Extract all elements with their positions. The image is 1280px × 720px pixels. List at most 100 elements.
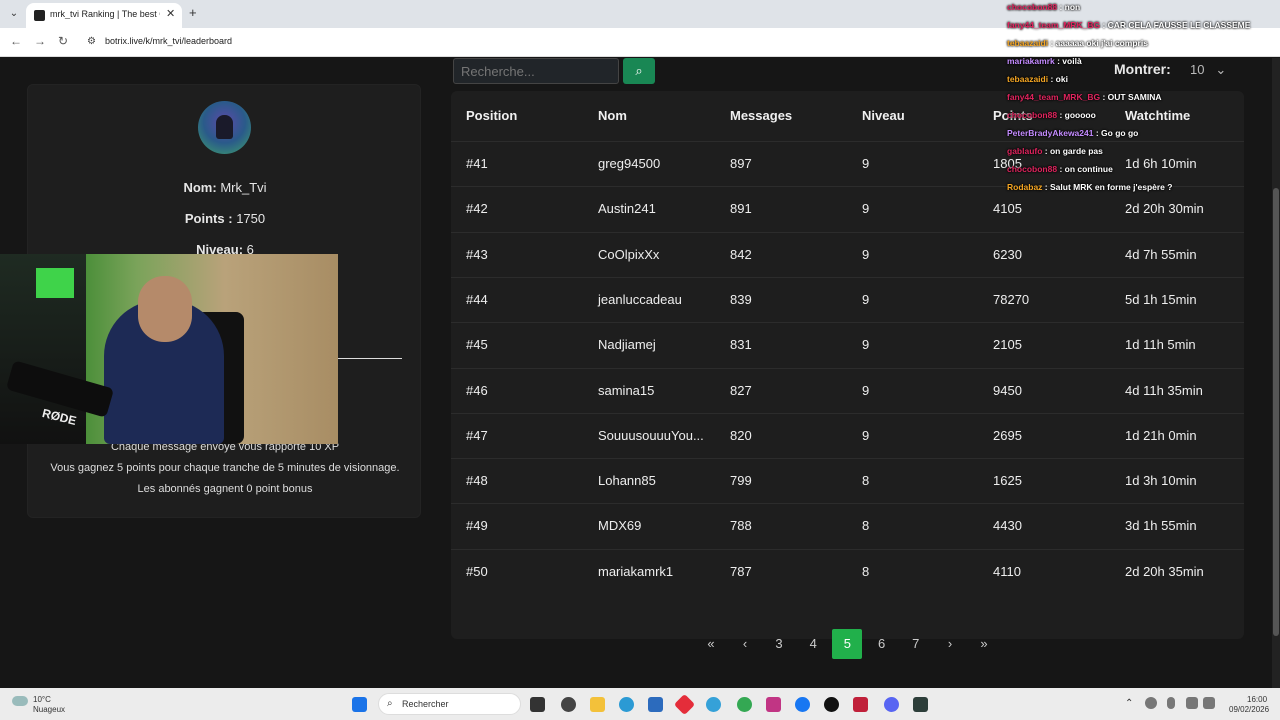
progress-rule — [338, 358, 402, 359]
cell-position: #47 — [466, 427, 488, 443]
clock-date[interactable]: 09/02/2026 — [1229, 705, 1269, 714]
cell-watchtime: 1d 11h 5min — [1125, 337, 1196, 353]
microphone-icon[interactable] — [1167, 697, 1175, 709]
app-shield-icon[interactable] — [853, 697, 868, 712]
wifi-icon[interactable] — [1186, 697, 1198, 709]
search-icon: ⌕ — [387, 698, 393, 709]
browser-tab[interactable]: mrk_tvi Ranking | The best Cha ✕ — [26, 3, 182, 28]
column-header-niveau[interactable]: Niveau — [862, 108, 905, 123]
site-favicon-icon — [34, 10, 45, 21]
cell-messages: 831 — [730, 337, 752, 353]
reload-icon[interactable]: ↻ — [58, 34, 68, 48]
cell-niveau: 9 — [862, 337, 870, 353]
chat-username: chocobon88 — [1007, 2, 1058, 12]
cell-nom: jeanluccadeau — [598, 291, 682, 307]
cell-nom: CoOlpixXx — [598, 246, 660, 262]
scroll-thumb[interactable] — [1273, 188, 1279, 636]
store-icon[interactable] — [648, 697, 663, 712]
cell-position: #41 — [466, 156, 488, 171]
clock-time[interactable]: 16:00 — [1247, 695, 1267, 704]
column-header-position[interactable]: Position — [466, 108, 517, 123]
terminal-icon[interactable] — [913, 697, 928, 712]
avatar — [198, 101, 251, 154]
chat-message: fany44_team_MRK_BG : CAR CELA FAUSSE LE … — [1007, 20, 1250, 30]
close-tab-icon[interactable]: ✕ — [166, 7, 175, 20]
cell-watchtime: 4d 11h 35min — [1125, 382, 1203, 398]
page-4-button[interactable]: 4 — [798, 629, 828, 659]
chat-text: : on garde pas — [1044, 146, 1103, 156]
cell-messages: 788 — [730, 518, 752, 534]
chat-text: : oki — [1050, 74, 1068, 84]
tray-chevron-icon[interactable]: ⌃ — [1125, 698, 1133, 709]
chat-text: : non — [1059, 2, 1081, 12]
page-6-button[interactable]: 6 — [867, 629, 897, 659]
search-input[interactable] — [453, 58, 619, 84]
column-header-nom[interactable]: Nom — [598, 108, 627, 123]
chat-username: chocobon88 — [1007, 164, 1058, 174]
site-info-icon[interactable]: ⚙ — [87, 36, 96, 47]
cell-messages: 799 — [730, 473, 752, 489]
page-7-button[interactable]: 7 — [901, 629, 931, 659]
info-line-points: Vous gagnez 5 points pour chaque tranche… — [50, 462, 400, 474]
search-icon: ⌕ — [635, 63, 643, 78]
cell-watchtime: 5d 1h 15min — [1125, 291, 1197, 307]
cell-points: 4105 — [993, 201, 1022, 217]
cell-messages: 827 — [730, 382, 752, 398]
table-row: #45 Nadjiamej 831 9 2105 1d 11h 5min — [451, 322, 1244, 367]
chat-message: Rodabaz : Salut MRK en forme j'espère ? — [1007, 182, 1172, 192]
prev-page-icon[interactable]: ‹ — [730, 629, 760, 659]
windows-taskbar: 10°C Nuageux ⌕ Rechercher ⌃ 16:00 09/02/… — [0, 688, 1280, 720]
tab-list-icon[interactable]: ⌄ — [6, 6, 22, 22]
chat-text: : Go go go — [1095, 128, 1139, 138]
cell-points: 6230 — [993, 246, 1022, 262]
app-diamond-icon[interactable] — [673, 693, 696, 716]
cell-nom: samina15 — [598, 382, 655, 398]
cell-niveau: 8 — [862, 563, 870, 579]
chat-message: gablaufo : on garde pas — [1007, 146, 1103, 156]
search-button[interactable]: ⌕ — [623, 58, 655, 84]
first-page-icon[interactable]: « — [696, 629, 726, 659]
app-icon-2[interactable] — [706, 697, 721, 712]
file-explorer-icon[interactable] — [590, 697, 605, 712]
instagram-icon[interactable] — [766, 697, 781, 712]
chat-username: tebaazaidi — [1007, 38, 1049, 48]
forward-icon[interactable]: → — [34, 34, 46, 48]
profile-points: Points : 1750 — [184, 211, 266, 226]
cell-nom: mariakamrk1 — [598, 563, 674, 579]
cell-watchtime: 2d 20h 35min — [1125, 563, 1204, 579]
last-page-icon[interactable]: » — [969, 629, 999, 659]
page-3-button[interactable]: 3 — [764, 629, 794, 659]
chat-text: : gooooo — [1059, 110, 1096, 120]
chrome-icon[interactable] — [737, 697, 752, 712]
edge-icon[interactable] — [619, 697, 634, 712]
discord-icon[interactable] — [884, 697, 899, 712]
taskbar-search[interactable]: ⌕ Rechercher — [378, 693, 521, 715]
cell-points: 4430 — [993, 518, 1022, 534]
cell-points: 1625 — [993, 473, 1022, 489]
app-icon[interactable] — [561, 697, 576, 712]
chat-text: : on continue — [1059, 164, 1113, 174]
network-icon[interactable] — [1145, 697, 1157, 709]
chat-message: chocobon88 : gooooo — [1007, 110, 1096, 120]
volume-icon[interactable] — [1203, 697, 1215, 709]
cell-position: #48 — [466, 473, 488, 489]
url-field[interactable]: botrix.live/k/mrk_tvi/leaderboard — [105, 36, 232, 46]
cell-position: #44 — [466, 291, 488, 307]
next-page-icon[interactable]: › — [935, 629, 965, 659]
chat-username: tebaazaidi — [1007, 74, 1049, 84]
chat-message: PeterBradyAkewa241 : Go go go — [1007, 128, 1138, 138]
page-5-button[interactable]: 5 — [832, 629, 863, 659]
tiktok-icon[interactable] — [824, 697, 839, 712]
tab-title: mrk_tvi Ranking | The best Cha — [50, 9, 160, 19]
cell-niveau: 9 — [862, 291, 870, 307]
column-header-messages[interactable]: Messages — [730, 108, 792, 123]
windows-start-icon[interactable] — [352, 697, 367, 712]
cell-position: #43 — [466, 246, 488, 262]
new-tab-button[interactable]: + — [189, 5, 197, 20]
back-icon[interactable]: ← — [10, 34, 22, 48]
task-view-icon[interactable] — [530, 697, 545, 712]
facebook-icon[interactable] — [795, 697, 810, 712]
chat-username: mariakamrk — [1007, 56, 1055, 66]
chat-username: fany44_team_MRK_BG — [1007, 92, 1101, 102]
table-row: #49 MDX69 788 8 4430 3d 1h 55min — [451, 503, 1244, 548]
